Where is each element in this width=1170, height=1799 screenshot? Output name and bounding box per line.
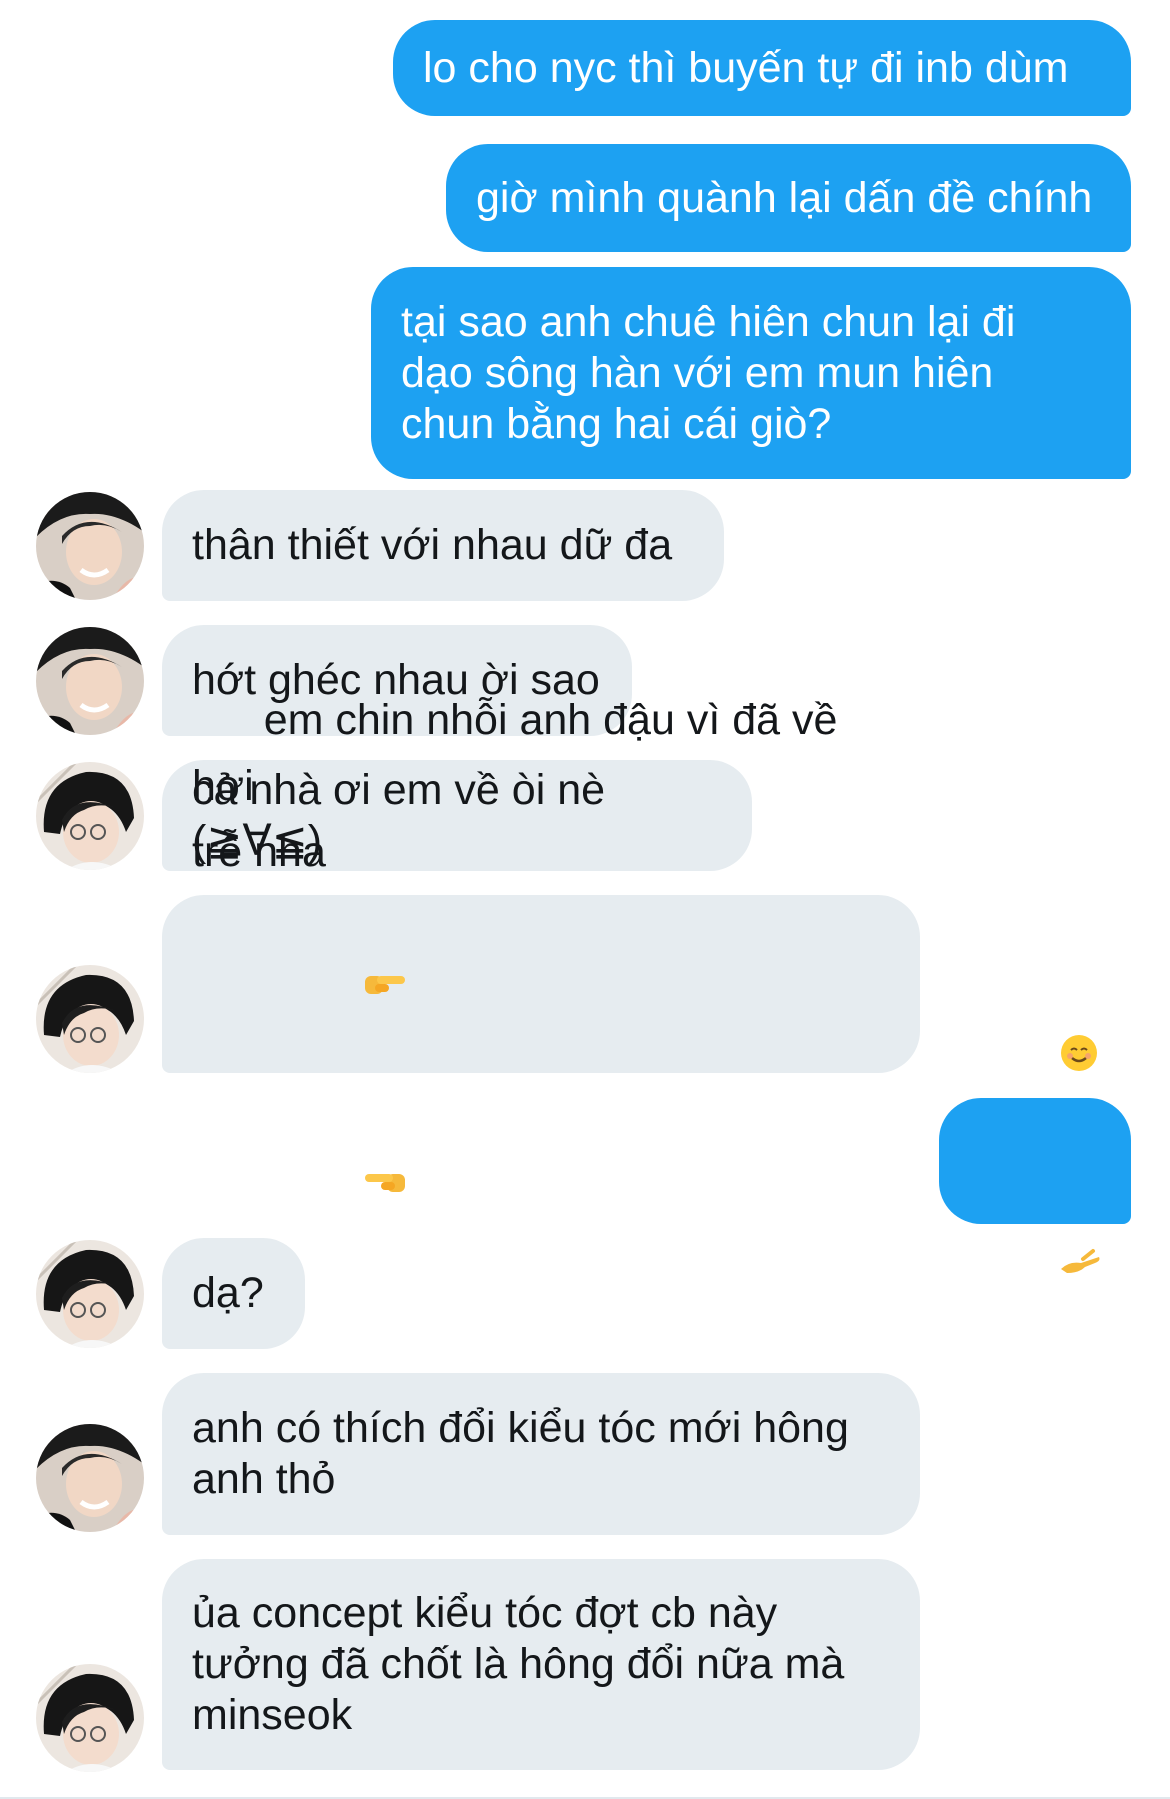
message-text: ủa concept kiểu tóc đợt cb này tưởng đã … — [192, 1589, 845, 1739]
avatar-user-a[interactable] — [36, 1424, 144, 1532]
message-bubble-outgoing[interactable]: giờ mình quành lại dấn đề chính — [446, 144, 1131, 252]
avatar-user-b[interactable] — [36, 1664, 144, 1772]
avatar-user-b[interactable] — [36, 1240, 144, 1348]
person-a-icon — [36, 492, 144, 600]
message-text: anh có thích đổi kiểu tóc mới hông anh t… — [192, 1404, 849, 1503]
avatar-user-a[interactable] — [36, 492, 144, 600]
person-b-icon — [36, 762, 144, 870]
palm-up-hand-icon — [963, 1187, 1101, 1340]
message-bubble-incoming[interactable]: dạ? — [162, 1238, 305, 1349]
smiling-face-icon — [963, 982, 1099, 1136]
message-bubble-outgoing[interactable]: ? — [939, 1035, 1131, 1389]
message-bubble-outgoing[interactable]: tại sao anh chuê hiên chun lại đi dạo sô… — [371, 267, 1131, 479]
message-bubble-incoming[interactable]: anh có thích đổi kiểu tóc mới hông anh t… — [162, 1373, 920, 1535]
message-text: giờ mình quành lại dấn đề chính — [476, 173, 1093, 222]
message-text: thân thiết với nhau dữ đa — [192, 521, 673, 569]
message-text: dạ? — [192, 1269, 264, 1317]
message-bubble-incoming[interactable]: ủa concept kiểu tóc đợt cb này tưởng đã … — [162, 1559, 920, 1770]
message-text: tại sao anh chuê hiên chun lại đi dạo sô… — [401, 297, 1016, 448]
message-bubble-incoming[interactable]: em chin nhỗi anh đậu vì đã về hơi trễ nh… — [162, 696, 920, 1192]
message-bubble-outgoing[interactable]: lo cho nyc thì buyến tự đi inb dùm — [393, 20, 1131, 116]
pointing-right-icon — [268, 885, 408, 1083]
person-b-icon — [36, 1664, 144, 1772]
message-text: lo cho nyc thì buyến tự đi inb dùm — [423, 43, 1069, 92]
person-b-icon — [36, 1240, 144, 1348]
message-content: em chin nhỗi anh đậu vì đã về hơi trễ nh… — [192, 621, 890, 1347]
avatar-user-b[interactable] — [36, 762, 144, 870]
person-a-icon — [36, 1424, 144, 1532]
message-content: ? — [959, 880, 1111, 1442]
message-text: em chin nhỗi anh đậu vì đã về hơi trễ nh… — [192, 696, 838, 876]
conversation-thread[interactable]: lo cho nyc thì buyến tự đi inb dùm giờ m… — [0, 0, 1170, 1799]
message-text: ? — [1030, 1341, 1055, 1389]
person-a-icon — [36, 627, 144, 735]
message-bubble-incoming[interactable]: thân thiết với nhau dữ đa — [162, 490, 724, 601]
avatar-user-b[interactable] — [36, 965, 144, 1073]
avatar-user-a[interactable] — [36, 627, 144, 735]
person-b-icon — [36, 965, 144, 1073]
